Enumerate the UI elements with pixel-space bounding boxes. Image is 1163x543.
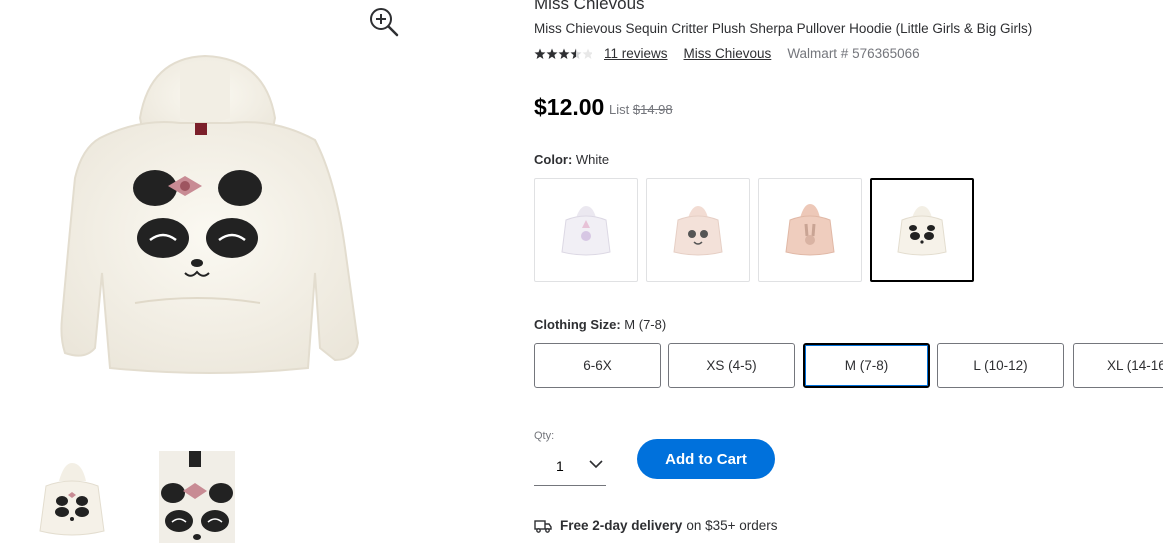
brand-heading: Miss Chievous: [534, 0, 645, 13]
delivery-info: Free 2-day delivery on $35+ orders: [534, 518, 778, 533]
delivery-bold: Free 2-day delivery: [560, 518, 683, 533]
product-title: Miss Chievous Sequin Critter Plush Sherp…: [534, 21, 1033, 36]
size-selected: M (7-8): [624, 317, 667, 332]
size-label-row: Clothing Size: M (7-8): [534, 317, 666, 332]
zoom-in-icon[interactable]: [368, 6, 400, 38]
stars-icon: [534, 48, 592, 59]
list-price-value: $14.98: [632, 102, 673, 117]
size-label: Clothing Size:: [534, 317, 621, 332]
color-swatch-blush-bunny[interactable]: [758, 178, 862, 282]
current-price: $12.00: [534, 94, 605, 120]
add-to-cart-button[interactable]: Add to Cart: [637, 439, 775, 479]
chevron-down-icon: [589, 460, 603, 469]
thumbnail-front-image: [39, 463, 105, 536]
reviews-link[interactable]: 11 reviews: [604, 46, 668, 61]
size-option-6-6x[interactable]: 6-6X: [534, 343, 661, 388]
list-price: List $14.98: [609, 102, 673, 117]
rating-row: 11 reviews Miss Chievous Walmart # 57636…: [534, 46, 920, 61]
swatch-pink-cat-image: [673, 206, 723, 256]
list-price-label: List: [609, 102, 630, 117]
delivery-rest: on $35+ orders: [686, 518, 778, 533]
thumbnail-closeup-image: [159, 451, 235, 543]
color-swatch-pink-cat[interactable]: [646, 178, 750, 282]
color-swatch-white-panda[interactable]: [870, 178, 974, 282]
color-label-row: Color: White: [534, 152, 609, 167]
swatch-unicorn-image: [561, 206, 611, 256]
brand-link[interactable]: Miss Chievous: [684, 46, 772, 61]
swatch-blush-bunny-image: [785, 204, 835, 256]
swatch-white-panda-image: [897, 206, 947, 256]
star-rating: [534, 48, 592, 60]
color-selected: White: [575, 152, 610, 167]
qty-value: 1: [556, 457, 564, 474]
qty-label: Qty:: [534, 430, 555, 442]
size-option-m[interactable]: M (7-8): [803, 343, 930, 388]
size-option-xs[interactable]: XS (4-5): [668, 343, 795, 388]
size-option-l[interactable]: L (10-12): [937, 343, 1064, 388]
size-option-xl[interactable]: XL (14-16): [1073, 343, 1163, 388]
product-main-image[interactable]: [40, 48, 360, 378]
qty-selector[interactable]: 1: [534, 446, 606, 486]
color-swatch-unicorn[interactable]: [534, 178, 638, 282]
item-number: Walmart # 576365066: [787, 46, 920, 61]
truck-icon: [534, 519, 552, 533]
thumbnail-front[interactable]: [34, 451, 110, 543]
thumbnail-closeup[interactable]: [159, 451, 235, 543]
color-label: Color:: [534, 152, 573, 167]
